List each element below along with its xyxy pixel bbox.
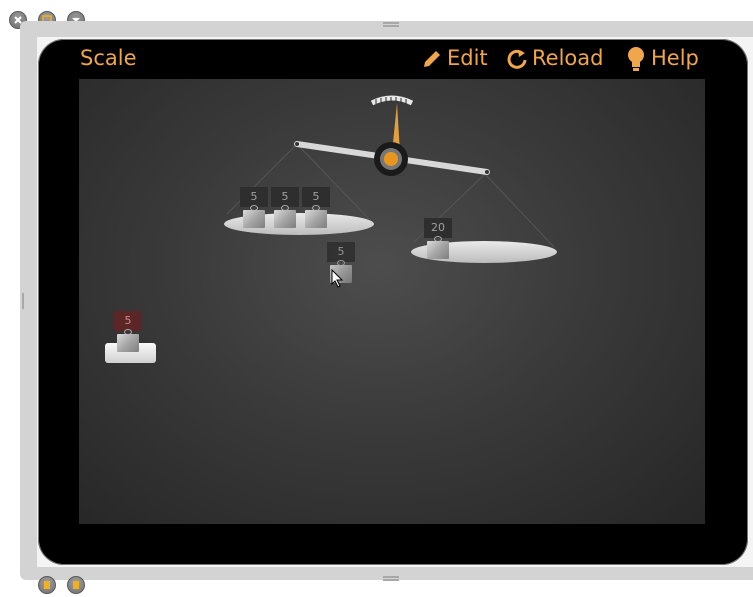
lightbulb-icon — [628, 47, 644, 71]
weight-label: 5 — [327, 242, 355, 262]
help-label: Help — [651, 46, 699, 70]
bottom-resize-grip-2 — [383, 579, 399, 581]
weight-tray-item[interactable]: 5 — [114, 311, 142, 352]
left-resize-grip[interactable] — [22, 293, 24, 309]
weight-cube — [427, 241, 449, 259]
weight-right-1[interactable]: 20 — [424, 218, 452, 259]
weight-cube — [305, 210, 327, 228]
pencil-icon — [424, 51, 440, 67]
weight-left-2[interactable]: 5 — [271, 187, 299, 228]
edit-label: Edit — [447, 46, 488, 70]
top-resize-grip[interactable] — [383, 22, 399, 24]
reload-label: Reload — [532, 46, 604, 70]
weight-label: 20 — [424, 218, 452, 238]
bottom-left-button-1[interactable] — [38, 576, 56, 594]
weight-cube — [274, 210, 296, 228]
bottom-left-button-2[interactable] — [67, 576, 85, 594]
weight-label: 5 — [240, 187, 268, 207]
weight-label: 5 — [302, 187, 330, 207]
weight-label: 5 — [271, 187, 299, 207]
weight-cube — [117, 334, 139, 352]
weight-label: 5 — [114, 311, 142, 331]
weight-cube — [243, 210, 265, 228]
beam-pivot — [374, 142, 408, 176]
weight-left-3[interactable]: 5 — [302, 187, 330, 228]
weight-left-1[interactable]: 5 — [240, 187, 268, 228]
top-resize-grip-2 — [383, 25, 399, 27]
list-icon — [73, 581, 79, 589]
scale-canvas[interactable]: 5 5 5 5 20 5 — [79, 79, 705, 524]
app-title: Scale — [80, 46, 137, 70]
mouse-cursor-icon — [331, 269, 344, 288]
reload-icon — [507, 49, 527, 69]
list-icon — [44, 581, 50, 589]
bottom-resize-grip[interactable] — [383, 576, 399, 578]
